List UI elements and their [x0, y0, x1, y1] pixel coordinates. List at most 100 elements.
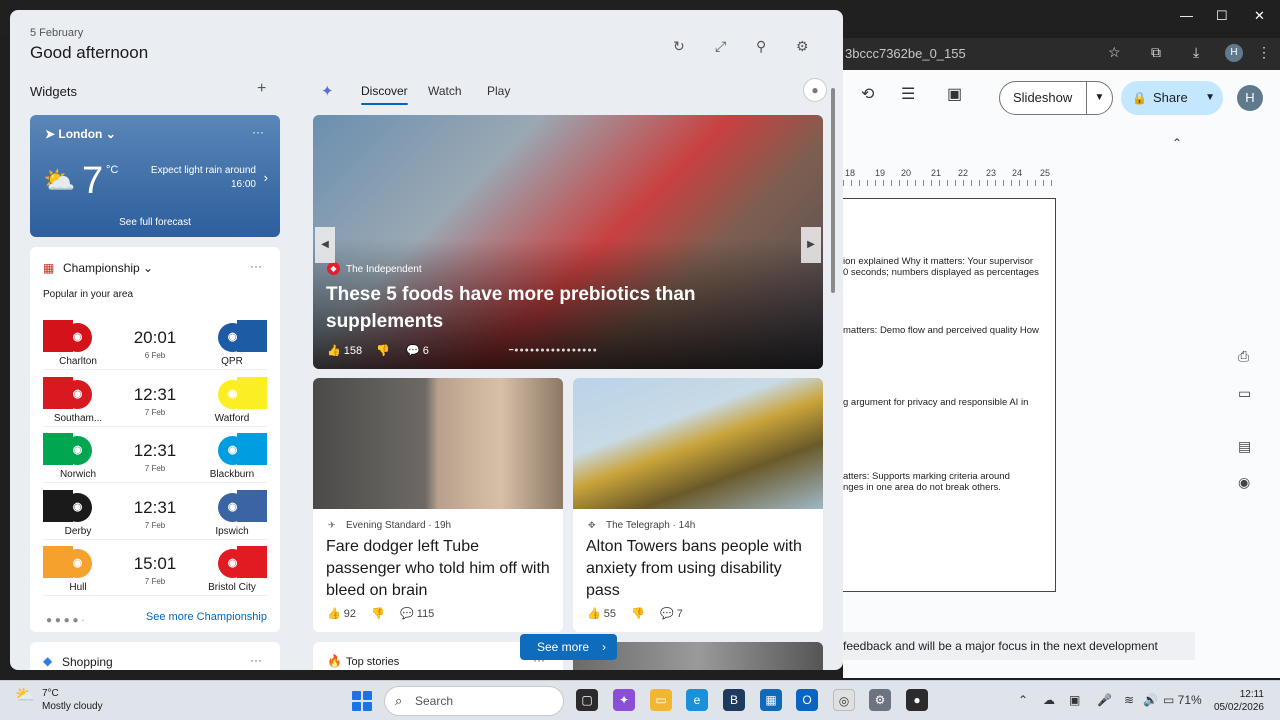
taskbar-search[interactable]: ⌕ Search — [384, 686, 564, 716]
comment-icon[interactable]: ☰ — [901, 84, 915, 104]
weather-location[interactable]: ➤ London ⌄ — [45, 127, 116, 141]
comment-button[interactable]: 💬 6 — [406, 344, 429, 357]
close-icon[interactable]: ✕ — [1254, 8, 1265, 24]
chevron-up-icon[interactable]: ⌃ — [1018, 693, 1028, 707]
slide-text[interactable]: nges in one area do not break others. — [843, 482, 1053, 493]
wifi-icon[interactable]: ≋ — [1124, 693, 1134, 707]
record-icon[interactable]: ◉ — [1238, 474, 1250, 491]
microphone-icon[interactable]: 🎤 — [1097, 693, 1112, 707]
refresh-icon[interactable]: ↻ — [673, 38, 685, 55]
match-row[interactable]: ◉ ◉ Southam... 12:31 7 Feb Watford — [43, 376, 267, 427]
keep-icon[interactable]: ⎙ — [1238, 348, 1249, 365]
pin-icon[interactable]: ⚲ — [756, 38, 766, 55]
chevron-right-icon[interactable]: › — [264, 170, 268, 185]
slide-text[interactable]: 0 seconds; numbers displayed as percenta… — [843, 267, 1053, 278]
comment-button[interactable]: 💬 115 — [400, 607, 434, 620]
news-card-image[interactable] — [313, 378, 563, 509]
taskbar-clock[interactable]: 12:11 05/02/2026 — [1212, 688, 1264, 714]
settings-gear-icon[interactable]: ⚙ — [869, 689, 891, 711]
chevron-down-icon[interactable]: ▼ — [1205, 81, 1215, 115]
full-forecast-link[interactable]: See full forecast — [30, 217, 280, 228]
match-row[interactable]: ◉ ◉ Norwich 12:31 7 Feb Blackburn — [43, 433, 267, 483]
url-text[interactable]: 3bccc7362be_0_155 — [845, 46, 966, 61]
news-card-source[interactable]: Evening Standard · 19h — [346, 520, 451, 531]
weather-widget[interactable]: ➤ London ⌄ ··· ⛅ 7 °C Expect light rain … — [30, 115, 280, 237]
user-avatar-icon[interactable]: ● — [803, 78, 827, 102]
match-row[interactable]: ◉ ◉ Hull 15:01 7 Feb Bristol City — [43, 546, 267, 596]
chevron-down-icon[interactable]: ▼ — [1086, 82, 1112, 114]
bookmark-star-icon[interactable]: ☆ — [1108, 44, 1121, 61]
slide-canvas[interactable]: ion explained Why it matters: Your super… — [843, 198, 1056, 592]
news-card-headline[interactable]: Fare dodger left Tube passenger who told… — [326, 536, 554, 602]
app-b-icon[interactable]: B — [723, 689, 745, 711]
more-options-icon[interactable]: ··· — [250, 259, 262, 273]
expand-icon[interactable]: ⤢ — [715, 38, 726, 55]
speaker-notes[interactable]: feedback and will be a major focus in th… — [843, 632, 1195, 660]
maximize-icon[interactable]: ☐ — [1216, 8, 1228, 24]
store-icon[interactable]: ▦ — [760, 689, 782, 711]
chevron-up-icon[interactable]: ⌃ — [1172, 136, 1182, 150]
match-row[interactable]: ◉ ◉ Charlton 20:01 6 Feb QPR — [43, 320, 267, 370]
comment-button[interactable]: 💬 7 — [660, 607, 683, 620]
slides-icon[interactable]: ▤ — [1238, 438, 1251, 455]
app-icon[interactable]: ● — [906, 689, 928, 711]
address-bar[interactable]: 3bccc7362be_0_155 ☆ ⧉ ⤓ H ⋮ — [843, 38, 1280, 70]
add-widget-icon[interactable]: + — [257, 80, 266, 98]
task-view-icon[interactable]: ▢ — [576, 689, 598, 711]
weather-forecast[interactable]: Expect light rain around 16:00 — [132, 164, 256, 192]
carousel-prev-icon[interactable]: ◀ — [315, 227, 335, 263]
account-avatar[interactable]: H — [1237, 85, 1263, 111]
slide-text[interactable]: g argument for privacy and responsible A… — [843, 397, 1053, 408]
copilot-icon[interactable]: ✦ — [613, 689, 635, 711]
settings-gear-icon[interactable]: ⚙ — [796, 38, 809, 55]
camera-icon[interactable]: ▣ — [947, 84, 962, 104]
news-card-headline[interactable]: Alton Towers bans people with anxiety fr… — [586, 536, 814, 602]
volume-icon[interactable]: 🔊 — [1143, 693, 1158, 707]
dislike-icon[interactable]: 👎 — [631, 607, 645, 620]
pager-dots[interactable]: ● ● ● ● · — [46, 615, 85, 626]
start-button[interactable] — [352, 691, 372, 711]
chrome-icon[interactable]: ◎ — [833, 689, 855, 711]
slideshow-button[interactable]: Slideshow ▼ — [999, 81, 1113, 115]
minimize-icon[interactable]: — — [1180, 8, 1193, 23]
more-options-icon[interactable]: ··· — [252, 125, 264, 139]
news-card-image[interactable] — [573, 378, 823, 509]
folder-icon[interactable]: ▭ — [1238, 385, 1251, 402]
cloud-icon[interactable]: ☁ — [1043, 693, 1055, 707]
see-more-button[interactable]: See more › — [520, 634, 617, 660]
dislike-icon[interactable]: 👎 — [371, 607, 385, 620]
extensions-icon[interactable]: ⧉ — [1151, 44, 1161, 61]
slide-text[interactable]: matters: Demo flow and perceived quality… — [843, 325, 1053, 336]
see-more-championship-link[interactable]: See more Championship — [146, 611, 267, 623]
more-options-icon[interactable]: ··· — [250, 653, 262, 667]
hero-source[interactable]: The Independent — [346, 264, 422, 275]
slide-text[interactable]: ion explained Why it matters: Your super… — [843, 256, 1053, 267]
edge-browser-icon[interactable]: e — [686, 689, 708, 711]
app-tray-icon[interactable]: ▣ — [1069, 693, 1080, 707]
outlook-icon[interactable]: O — [796, 689, 818, 711]
news-card[interactable]: ✈ Evening Standard · 19h Fare dodger lef… — [313, 378, 563, 632]
feed-scrollbar[interactable] — [831, 88, 835, 293]
news-card-source[interactable]: The Telegraph · 14h — [606, 520, 695, 531]
news-card[interactable]: ✥ The Telegraph · 14h Alton Towers bans … — [573, 378, 823, 632]
match-row[interactable]: ◉ ◉ Derby 12:31 7 Feb Ipswich — [43, 489, 267, 540]
share-button[interactable]: 🔒 Share ▼ — [1121, 81, 1223, 115]
tab-watch[interactable]: Watch — [428, 84, 462, 98]
league-title[interactable]: Championship ⌄ — [63, 261, 153, 275]
tab-discover[interactable]: Discover — [361, 84, 408, 105]
browser-menu-icon[interactable]: ⋮ — [1257, 44, 1271, 61]
battery-icon[interactable]: ▭ 71% — [1163, 693, 1202, 707]
dislike-icon[interactable]: 👎 — [376, 344, 390, 357]
history-icon[interactable]: ⟲ — [861, 84, 874, 104]
file-explorer-icon[interactable]: ▭ — [650, 689, 672, 711]
tab-play[interactable]: Play — [487, 84, 510, 98]
profile-avatar[interactable]: H — [1225, 44, 1243, 62]
carousel-indicator[interactable]: ━●●●●●●●●●●●●●●●● — [509, 346, 598, 354]
hero-headline[interactable]: These 5 foods have more prebiotics than … — [326, 281, 746, 335]
like-button[interactable]: 👍 92 — [327, 607, 356, 620]
slide-text[interactable]: atters: Supports marking criteria around — [843, 471, 1053, 482]
carousel-next-icon[interactable]: ▶ — [801, 227, 821, 263]
like-button[interactable]: 👍 158 — [327, 344, 362, 357]
shopping-widget[interactable]: ◆ Shopping ··· — [30, 642, 280, 670]
hero-story[interactable]: ◆ The Independent These 5 foods have mor… — [313, 115, 823, 369]
